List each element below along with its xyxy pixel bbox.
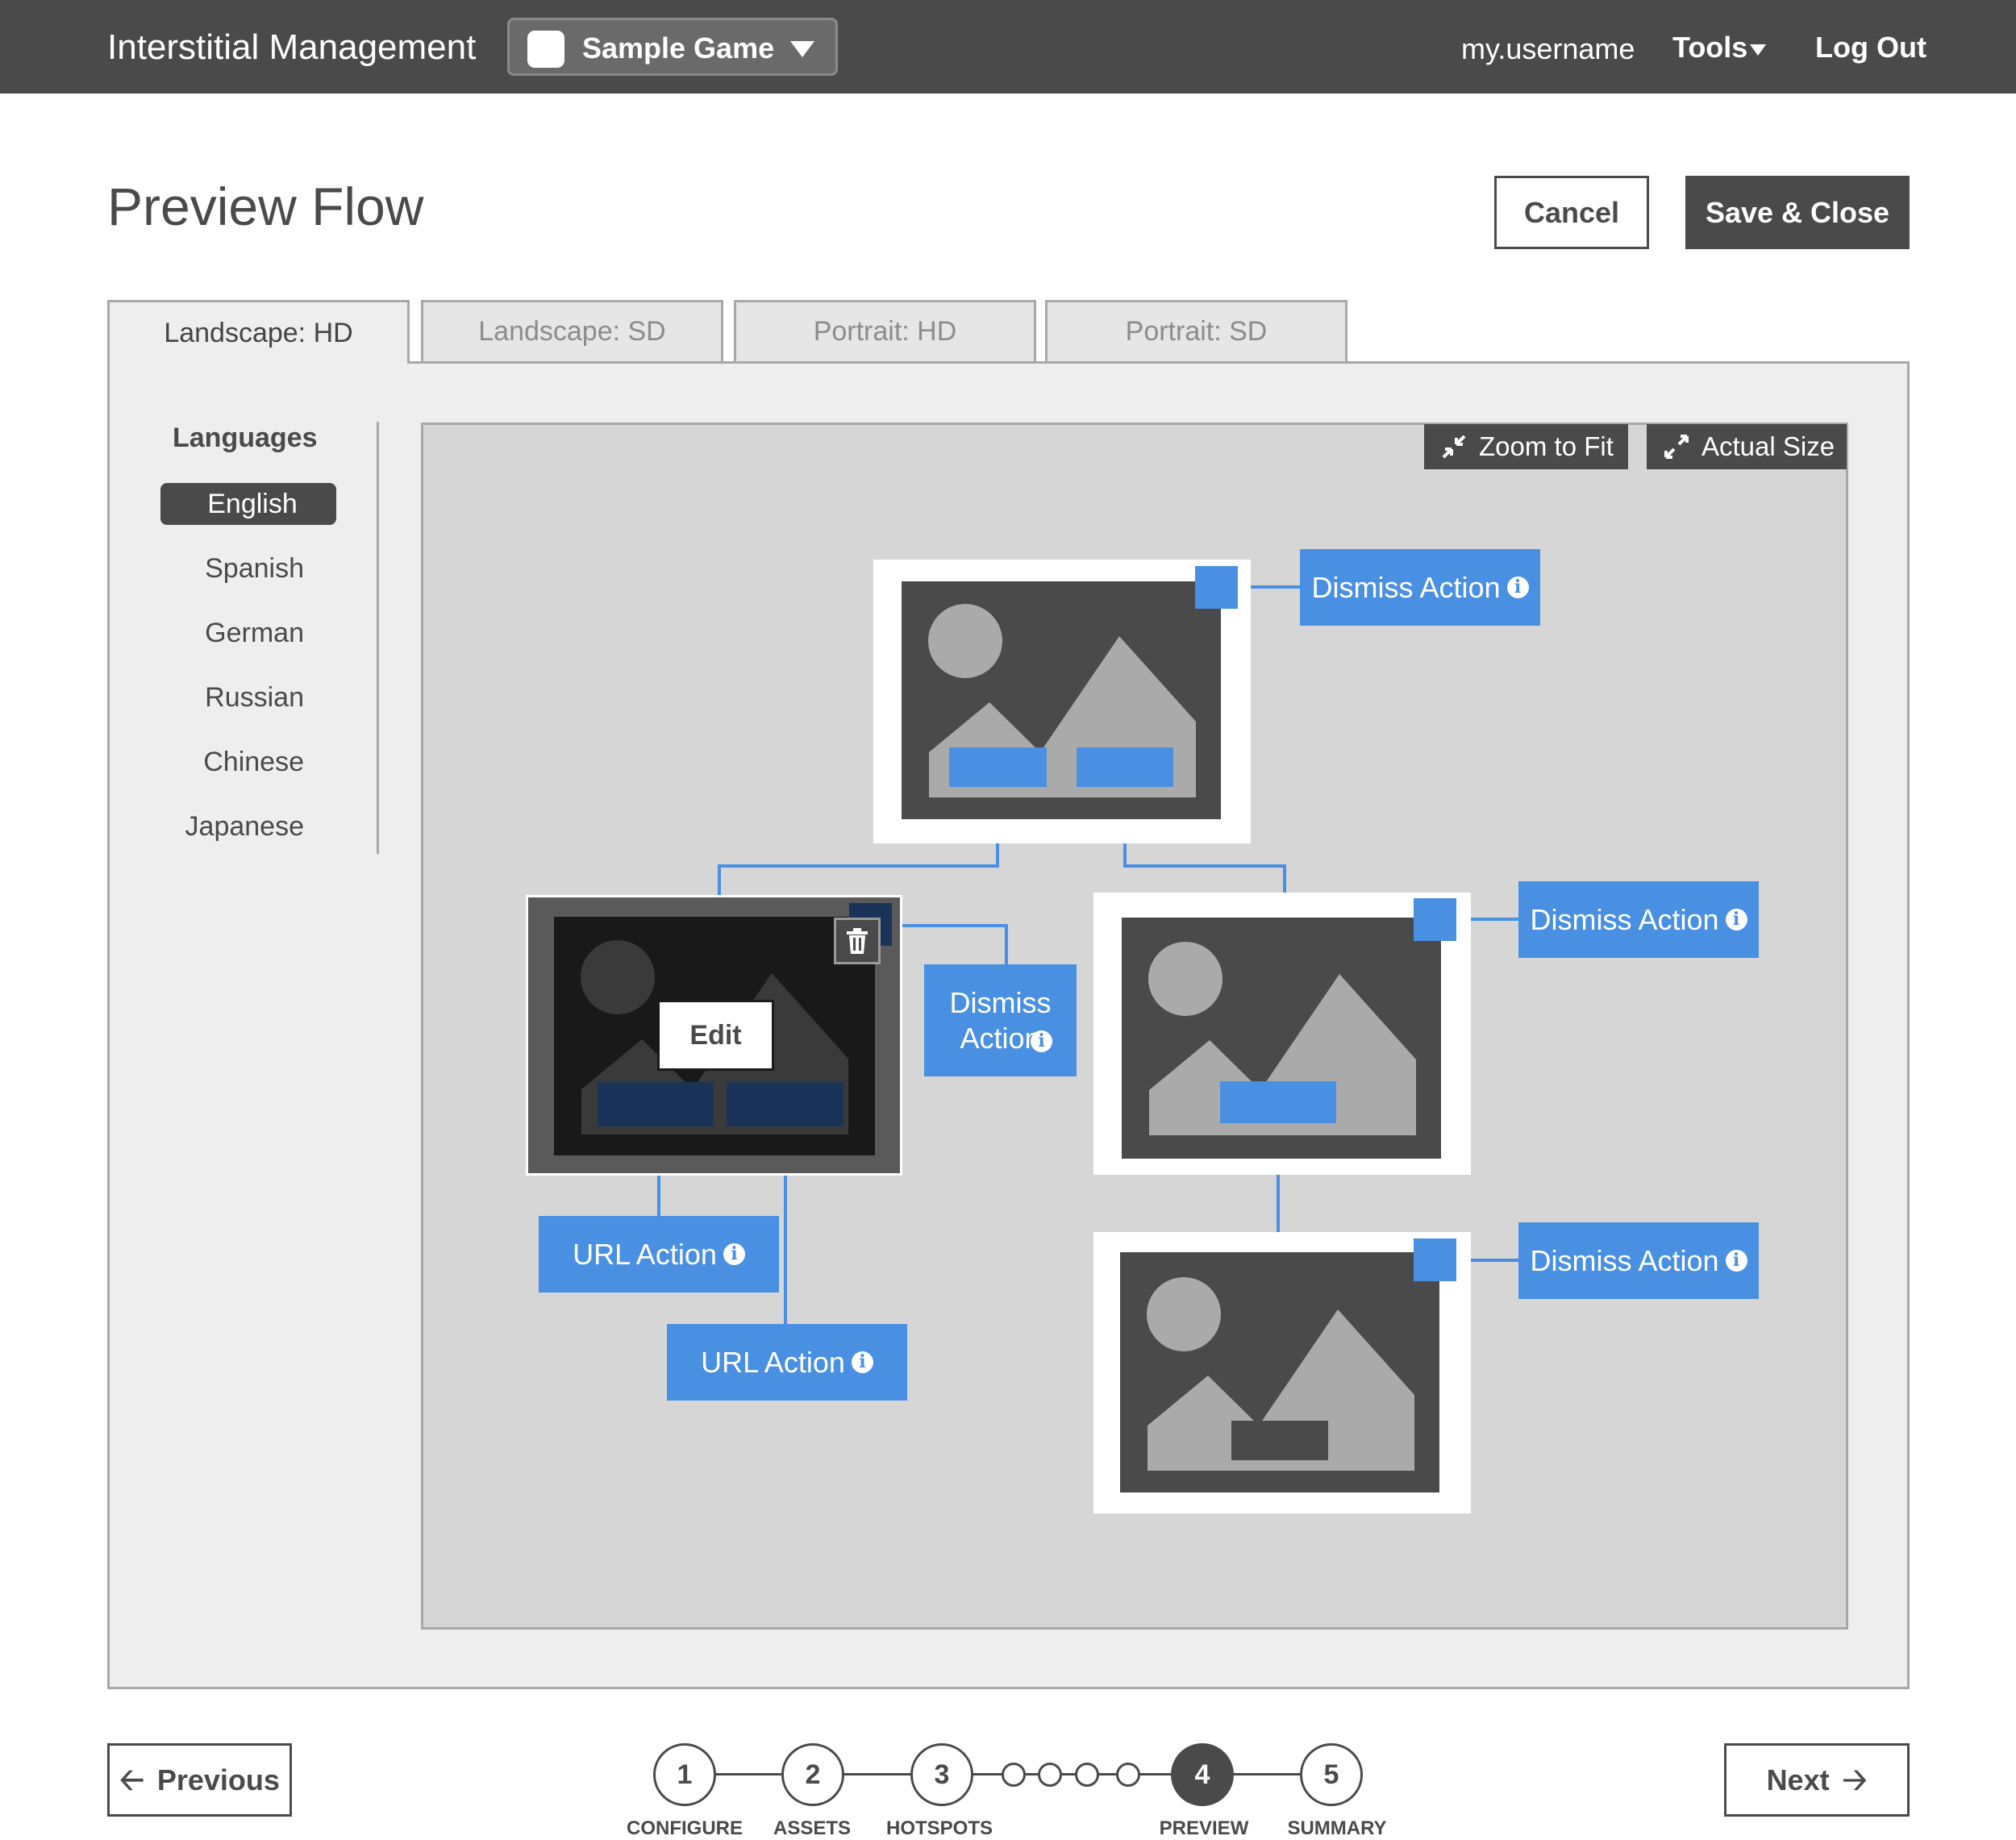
zoom-to-fit-label: Zoom to Fit bbox=[1479, 431, 1614, 461]
language-item-german[interactable]: German bbox=[160, 612, 336, 654]
next-label: Next bbox=[1766, 1763, 1830, 1796]
logout-link[interactable]: Log Out bbox=[1815, 31, 1926, 65]
info-icon[interactable]: i bbox=[723, 1243, 745, 1265]
hotspot-selected-right[interactable] bbox=[727, 1082, 843, 1126]
dismiss-action-top-label: Dismiss Action bbox=[1311, 570, 1501, 604]
languages-heading: Languages bbox=[173, 423, 318, 453]
chevron-down-icon bbox=[790, 41, 814, 57]
step-substep-dot bbox=[1116, 1763, 1140, 1787]
save-and-close-button[interactable]: Save & Close bbox=[1685, 176, 1910, 249]
info-icon[interactable]: i bbox=[1031, 1030, 1052, 1052]
compress-icon bbox=[1442, 435, 1466, 459]
step-4-preview[interactable]: 4 bbox=[1171, 1743, 1234, 1806]
info-icon[interactable]: i bbox=[1506, 577, 1529, 598]
page-title: Preview Flow bbox=[107, 177, 424, 236]
dismiss-action-middle-right-label: Dismiss Action bbox=[1530, 902, 1719, 936]
delete-button[interactable] bbox=[834, 918, 881, 964]
info-icon[interactable]: i bbox=[1725, 909, 1747, 930]
step-substep-dot bbox=[1075, 1763, 1099, 1787]
dismiss-action-bottom[interactable]: Dismiss Action i bbox=[1518, 1222, 1759, 1299]
dismiss-action-middle-right[interactable]: Dismiss Action i bbox=[1518, 881, 1759, 958]
language-item-english[interactable]: English bbox=[160, 483, 336, 525]
dismiss-handle-top[interactable] bbox=[1195, 566, 1238, 609]
language-item-spanish[interactable]: Spanish bbox=[160, 547, 336, 589]
previous-button[interactable]: 🡠 Previous bbox=[107, 1743, 292, 1817]
expand-icon bbox=[1664, 435, 1689, 459]
tab-portrait-hd[interactable]: Portrait: HD bbox=[734, 300, 1036, 361]
step-2-assets[interactable]: 2 bbox=[781, 1743, 844, 1806]
url-action-2[interactable]: URL Action i bbox=[667, 1324, 907, 1401]
hotspot-selected-left[interactable] bbox=[598, 1082, 714, 1126]
info-icon[interactable]: i bbox=[851, 1351, 873, 1373]
game-icon bbox=[527, 31, 564, 68]
step-3-label: HOTSPOTS bbox=[885, 1817, 993, 1839]
hotspot-top-left[interactable] bbox=[949, 747, 1047, 787]
trash-icon bbox=[847, 928, 868, 954]
tab-portrait-sd[interactable]: Portrait: SD bbox=[1045, 300, 1347, 361]
game-name: Sample Game bbox=[582, 31, 775, 65]
tools-caret-icon bbox=[1750, 44, 1766, 56]
hotspot-middle-right[interactable] bbox=[1220, 1081, 1336, 1123]
info-icon[interactable]: i bbox=[1725, 1250, 1747, 1272]
next-button[interactable]: Next 🡢 bbox=[1724, 1743, 1910, 1817]
url-action-1-label: URL Action bbox=[573, 1237, 717, 1271]
step-1-configure[interactable]: 1 bbox=[653, 1743, 716, 1806]
edit-button[interactable]: Edit bbox=[657, 1000, 774, 1071]
zoom-to-fit-button[interactable]: Zoom to Fit bbox=[1424, 424, 1628, 469]
previous-label: Previous bbox=[156, 1763, 280, 1796]
top-navigation-bar: Interstitial Management Sample Game my.u… bbox=[0, 0, 2016, 94]
step-substep-dot bbox=[1002, 1763, 1026, 1787]
username-link[interactable]: my.username bbox=[1461, 32, 1635, 66]
app-title: Interstitial Management bbox=[107, 27, 477, 67]
tools-menu[interactable]: Tools bbox=[1672, 31, 1747, 65]
game-selector-dropdown[interactable]: Sample Game bbox=[507, 18, 838, 76]
language-item-japanese[interactable]: Japanese bbox=[160, 806, 336, 847]
image-placeholder-icon bbox=[1147, 1277, 1414, 1471]
actual-size-button[interactable]: Actual Size bbox=[1647, 424, 1847, 469]
step-substep-dot bbox=[1038, 1763, 1062, 1787]
arrow-right-icon: 🡢 bbox=[1842, 1763, 1868, 1797]
actual-size-label: Actual Size bbox=[1702, 431, 1835, 461]
dismiss-action-selected[interactable]: Dismiss Action i bbox=[924, 964, 1077, 1076]
dismiss-handle-middle-right[interactable] bbox=[1414, 898, 1456, 941]
interstitial-screen-top[interactable] bbox=[873, 560, 1251, 843]
language-item-chinese[interactable]: Chinese bbox=[160, 741, 336, 783]
url-action-1[interactable]: URL Action i bbox=[539, 1216, 779, 1293]
step-5-summary[interactable]: 5 bbox=[1300, 1743, 1363, 1806]
url-action-2-label: URL Action bbox=[701, 1345, 845, 1379]
languages-divider bbox=[377, 422, 379, 854]
dismiss-handle-bottom[interactable] bbox=[1414, 1238, 1456, 1281]
step-5-label: SUMMARY bbox=[1287, 1817, 1387, 1839]
arrow-left-icon: 🡠 bbox=[119, 1763, 144, 1797]
tab-landscape-hd[interactable]: Landscape: HD bbox=[107, 300, 410, 364]
dismiss-action-bottom-label: Dismiss Action bbox=[1530, 1243, 1719, 1277]
dismiss-action-top[interactable]: Dismiss Action i bbox=[1300, 549, 1540, 626]
hotspot-top-right[interactable] bbox=[1077, 747, 1173, 787]
step-3-hotspots[interactable]: 3 bbox=[910, 1743, 973, 1806]
language-item-russian[interactable]: Russian bbox=[160, 676, 336, 718]
tab-landscape-sd[interactable]: Landscape: SD bbox=[421, 300, 723, 361]
cancel-button[interactable]: Cancel bbox=[1494, 176, 1649, 249]
